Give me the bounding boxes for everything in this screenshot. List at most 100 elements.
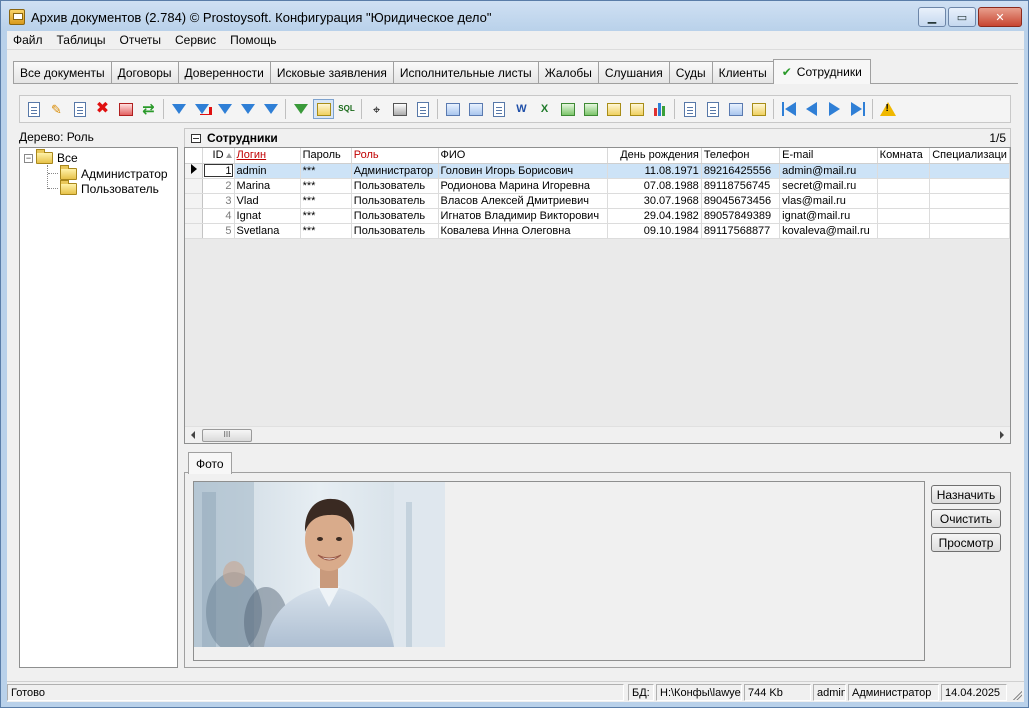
header-phone[interactable]: Телефон [701,148,781,164]
tree-node-admin[interactable]: Администратор [60,165,168,182]
header-login[interactable]: Логин [234,148,301,164]
export-doc-button[interactable] [488,99,509,119]
cell-role[interactable]: Пользователь [351,193,439,209]
cell-id[interactable]: 5 [202,223,235,239]
export-word-template-button[interactable]: W [511,99,532,119]
cell-email[interactable]: secret@mail.ru [779,178,878,194]
menu-file[interactable]: Файл [7,33,50,47]
scroll-right-icon[interactable] [1000,431,1004,439]
tab-all-documents[interactable]: Все документы [13,61,112,84]
scroll-left-icon[interactable] [191,431,195,439]
table-row[interactable]: 1 admin *** Администратор Головин Игорь … [185,163,1010,179]
table-row[interactable]: 3 Vlad *** Пользователь Власов Алексей Д… [185,193,1010,209]
maximize-button[interactable]: ▭ [948,7,976,27]
tree-node-root[interactable]: − Все [24,149,78,166]
cell-specialization[interactable] [929,178,1010,194]
refresh-button[interactable]: ⇄ [138,99,159,119]
close-button[interactable]: ✕ [978,7,1022,27]
filter-edit-button[interactable] [237,99,258,119]
first-record-button[interactable] [778,99,799,119]
last-record-button[interactable] [847,99,868,119]
cell-fio[interactable]: Головин Игорь Борисович [438,163,608,179]
cell-phone[interactable]: 89216425556 [701,163,781,179]
resize-grip-icon[interactable] [1012,690,1022,700]
tree-view-button[interactable] [313,99,334,119]
cell-role[interactable]: Пользователь [351,178,439,194]
cell-login[interactable]: Ignat [234,208,301,224]
cell-password[interactable]: *** [300,163,352,179]
cell-room[interactable] [877,178,931,194]
cell-login[interactable]: Vlad [234,193,301,209]
menu-service[interactable]: Сервис [168,33,223,47]
print-button[interactable] [389,99,410,119]
tab-employees[interactable]: ✔ Сотрудники [772,59,871,84]
warning-button[interactable] [877,99,898,119]
cell-fio[interactable]: Власов Алексей Дмитриевич [438,193,608,209]
cell-fio[interactable]: Игнатов Владимир Викторович [438,208,608,224]
cell-login[interactable]: admin [234,163,301,179]
header-birthday[interactable]: День рождения [607,148,702,164]
cell-room[interactable] [877,163,931,179]
export-excel-all-button[interactable] [557,99,578,119]
view-photo-button[interactable]: Просмотр [931,533,1001,552]
cell-email[interactable]: ignat@mail.ru [779,208,878,224]
cell-specialization[interactable] [929,163,1010,179]
group-filter-button[interactable] [290,99,311,119]
cell-id[interactable]: 1 [202,163,235,179]
cell-email[interactable]: admin@mail.ru [779,163,878,179]
import-button[interactable] [679,99,700,119]
cell-phone[interactable]: 89045673456 [701,193,781,209]
tree-node-user[interactable]: Пользователь [60,180,159,197]
horizontal-scrollbar[interactable]: III [185,426,1010,443]
employees-grid[interactable]: ID Логин Пароль Роль ФИО День рождения Т… [184,147,1011,444]
chart-button[interactable] [649,99,670,119]
next-record-button[interactable] [824,99,845,119]
table-row[interactable]: 5 Svetlana *** Пользователь Ковалева Инн… [185,223,1010,239]
add-record-button[interactable] [23,99,44,119]
cell-email[interactable]: vlas@mail.ru [779,193,878,209]
scroll-thumb[interactable]: III [202,429,252,442]
preview-button[interactable] [412,99,433,119]
tab-powers-of-attorney[interactable]: Доверенности [177,61,271,84]
export-word-all-button[interactable] [465,99,486,119]
cell-specialization[interactable] [929,208,1010,224]
table-row[interactable]: 4 Ignat *** Пользователь Игнатов Владими… [185,208,1010,224]
export-excel-button[interactable]: X [534,99,555,119]
cell-birthday[interactable]: 11.08.1971 [607,163,702,179]
prev-record-button[interactable] [801,99,822,119]
columns-button[interactable] [748,99,769,119]
tab-photo[interactable]: Фото [188,452,232,474]
table-row[interactable]: 2 Marina *** Пользователь Родионова Мари… [185,178,1010,194]
tab-hearings[interactable]: Слушания [597,61,670,84]
cell-email[interactable]: kovaleva@mail.ru [779,223,878,239]
cell-password[interactable]: *** [300,223,352,239]
filter-clear-button[interactable] [191,99,212,119]
menu-tables[interactable]: Таблицы [50,33,113,47]
cell-birthday[interactable]: 09.10.1984 [607,223,702,239]
cell-id[interactable]: 4 [202,208,235,224]
tab-lawsuits[interactable]: Исковые заявления [269,61,394,84]
cell-phone[interactable]: 89117568877 [701,223,781,239]
export-word-button[interactable] [442,99,463,119]
delete-all-button[interactable] [115,99,136,119]
header-specialization[interactable]: Специализаци [929,148,1010,164]
header-email[interactable]: E-mail [779,148,878,164]
cell-birthday[interactable]: 30.07.1968 [607,193,702,209]
menu-reports[interactable]: Отчеты [113,33,168,47]
copy-record-button[interactable] [69,99,90,119]
header-room[interactable]: Комната [877,148,931,164]
tab-writs[interactable]: Исполнительные листы [392,61,539,84]
assign-photo-button[interactable]: Назначить [931,485,1001,504]
tab-complaints[interactable]: Жалобы [537,61,599,84]
collapse-panel-icon[interactable] [191,133,201,143]
cell-specialization[interactable] [929,193,1010,209]
cell-phone[interactable]: 89118756745 [701,178,781,194]
cell-login[interactable]: Marina [234,178,301,194]
clear-photo-button[interactable]: Очистить [931,509,1001,528]
collapse-icon[interactable]: − [24,153,33,163]
attach-button[interactable] [702,99,723,119]
header-fio[interactable]: ФИО [438,148,608,164]
cell-birthday[interactable]: 07.08.1988 [607,178,702,194]
delete-record-button[interactable]: ✖ [92,99,113,119]
header-role[interactable]: Роль [351,148,439,164]
